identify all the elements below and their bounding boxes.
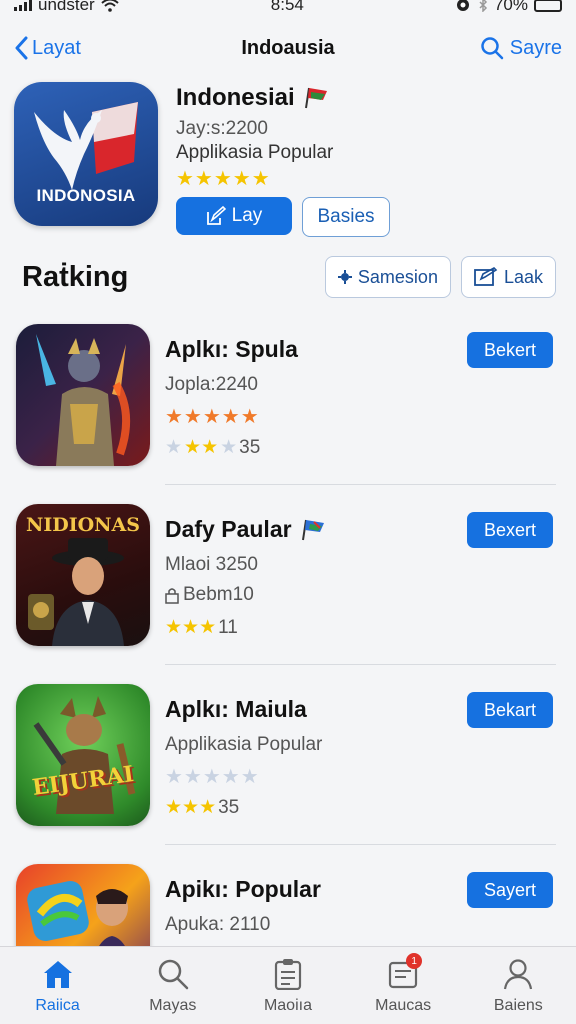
notification-badge: 1 — [406, 953, 423, 969]
list-item[interactable]: NIDIONAS Dafy Paular Mlaoi 3250 Bebm10 ★… — [0, 498, 576, 665]
app-subtitle: Jopla:2240 — [165, 374, 258, 395]
rating-stars-filled: ★★★ — [165, 617, 217, 638]
rating-stars-filled: ★★★ — [165, 797, 217, 818]
featured-app-subtitle: Jay:s:2200 — [176, 118, 268, 139]
bluetooth-icon — [479, 0, 488, 12]
review-count: 11 — [218, 616, 238, 638]
app-rating-stars: ★★★★★ — [165, 766, 260, 788]
chevron-left-icon — [15, 36, 28, 60]
search-label: Sayre — [509, 36, 562, 59]
person-icon — [504, 959, 533, 990]
featured-app-icon[interactable]: INDONOSIA — [14, 82, 158, 226]
app-icon[interactable]: NIDIONAS — [16, 504, 150, 646]
get-button[interactable]: Bexert — [467, 512, 553, 548]
app-title[interactable]: Apikı: Popular — [165, 876, 321, 903]
divider — [165, 844, 556, 845]
featured-app-rating: ★★★★★ — [176, 168, 271, 190]
tab-bar: Raiica Mayas Maoiıa 1 Maucas Baiens — [0, 946, 576, 1024]
search-icon — [481, 37, 503, 60]
tab-label: Maoiıa — [263, 997, 312, 1014]
edit-list-button[interactable]: Laak — [460, 256, 556, 298]
get-button[interactable]: Bekart — [467, 692, 553, 728]
flag-badge-icon — [304, 87, 327, 109]
back-label: Layat — [32, 36, 81, 59]
section-title: Raṫking — [22, 260, 129, 293]
flag-badge-icon — [301, 519, 324, 540]
battery-icon — [533, 0, 562, 12]
list-item[interactable]: Aplkı: Spula Jopla:2240 ★★★★★ ★ ★★ ★ 35 … — [0, 318, 576, 485]
app-subtitle: Mlaoi 3250 — [165, 554, 258, 575]
carrier-label: undster — [38, 0, 95, 14]
featured-app-title[interactable]: Indonesiai — [176, 84, 295, 112]
get-button[interactable]: Bekert — [467, 332, 553, 368]
app-icon[interactable] — [16, 324, 150, 466]
tab-clipboard[interactable]: Maoiıa — [238, 957, 338, 1015]
back-button[interactable]: Layat — [14, 36, 81, 60]
app-title[interactable]: Aplkı: Spula — [165, 336, 298, 363]
divider — [165, 484, 556, 485]
search-button[interactable]: Sayre — [480, 36, 562, 60]
goblin-art-icon — [33, 696, 136, 814]
divider — [165, 664, 556, 665]
man-portrait-icon — [28, 538, 124, 646]
get-button[interactable]: Sayert — [467, 872, 553, 908]
navigation-bar: Layat Indoausia Sayre — [0, 26, 576, 70]
tab-label: Baiens — [493, 997, 543, 1014]
warrior-art-icon — [36, 334, 131, 466]
app-review-row: ★★★ 11 — [165, 616, 238, 639]
app-title[interactable]: Aplkı: Maiula — [165, 696, 307, 723]
battery-percent: 70% — [493, 0, 528, 14]
home-icon — [43, 961, 72, 988]
featured-app: INDONOSIA Indonesiai Jay:s:2200 Applikas… — [14, 82, 562, 237]
app-title-row: Dafy Paular — [165, 516, 326, 543]
status-bar: undster 8:54 70% — [0, 0, 576, 18]
lock-icon — [165, 588, 179, 604]
session-filter-label: Samesion — [357, 266, 438, 287]
location-icon — [456, 0, 469, 11]
app-rating-stars: ★★★★★ — [165, 406, 260, 428]
list-item[interactable]: EIJURAI Aplkı: Maiula Applikasia Popular… — [0, 678, 576, 845]
tab-search[interactable]: Mayas — [123, 957, 223, 1015]
review-count: 35 — [218, 796, 240, 818]
tab-label: Mayas — [149, 997, 197, 1014]
app-subtitle: Apuka: 2110 — [165, 914, 271, 935]
app-title[interactable]: Dafy Paular — [165, 516, 292, 543]
clipboard-icon — [274, 959, 302, 990]
tab-profile[interactable]: Baiens — [468, 957, 568, 1015]
app-review-row: ★ ★★ ★ 35 — [165, 436, 260, 459]
review-count: 35 — [239, 436, 261, 458]
tab-home[interactable]: Raiica — [8, 957, 108, 1015]
app-review-row: ★★★ 35 — [165, 796, 239, 819]
featured-app-icon-label: INDONOSIA — [36, 186, 136, 205]
tab-label: Maucas — [375, 997, 432, 1014]
compose-icon — [474, 267, 498, 286]
rating-stars-filled: ★★ — [184, 437, 219, 458]
tab-inbox[interactable]: 1 Maucas — [353, 953, 453, 1015]
signal-icon — [14, 0, 32, 11]
edit-list-label: Laak — [503, 266, 543, 287]
featured-app-category: Applikasia Popular — [176, 142, 334, 163]
featured-primary-label: Lay — [231, 205, 263, 226]
session-filter-button[interactable]: Samesion — [324, 256, 451, 298]
wifi-icon — [101, 0, 119, 12]
featured-secondary-button[interactable]: Basies — [302, 197, 390, 237]
featured-app-title-row: Indonesiai — [176, 84, 390, 112]
featured-primary-button[interactable]: Lay — [176, 197, 292, 235]
ranking-header: Raṫking Samesion Laak — [22, 254, 556, 300]
edit-icon — [206, 206, 226, 225]
search-icon — [158, 959, 189, 990]
rating-stars-empty: ★ — [220, 437, 238, 458]
app-subtitle: Applikasia Popular — [165, 734, 323, 755]
clock: 8:54 — [270, 0, 304, 14]
app-icon[interactable]: EIJURAI — [16, 684, 150, 826]
tab-label: Raiica — [35, 997, 80, 1014]
gear-icon — [337, 270, 352, 284]
app-size: Bebm10 — [183, 584, 254, 605]
rating-star-empty: ★ — [165, 437, 183, 458]
app-size-row: Bebm10 — [165, 584, 254, 606]
